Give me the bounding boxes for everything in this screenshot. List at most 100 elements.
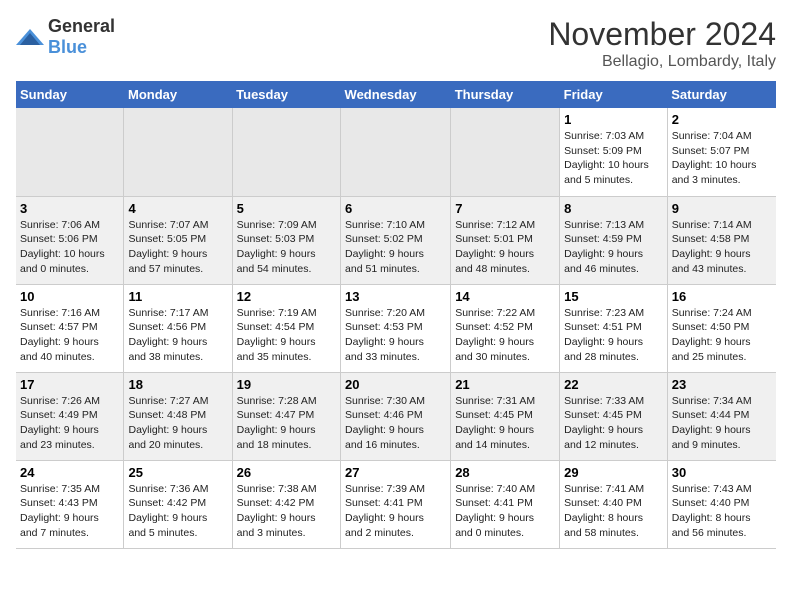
day-number: 6 (345, 201, 446, 216)
week-row-1: 3Sunrise: 7:06 AM Sunset: 5:06 PM Daylig… (16, 196, 776, 284)
day-number: 16 (672, 289, 772, 304)
day-cell-3-2: 19 Sunrise: 7:28 AM Sunset: 4:47 PM Dayli… (232, 372, 340, 460)
day-cell-1-0: 3Sunrise: 7:06 AM Sunset: 5:06 PM Daylig… (16, 196, 124, 284)
day-number: 1 (564, 112, 663, 127)
header-sunday: Sunday (16, 81, 124, 108)
day-cell-1-1: 4 Sunrise: 7:07 AM Sunset: 5:05 PM Daylig… (124, 196, 232, 284)
week-row-2: 10Sunrise: 7:16 AM Sunset: 4:57 PM Dayli… (16, 284, 776, 372)
day-info: Sunrise: 7:09 AM Sunset: 5:03 PM Dayligh… (237, 218, 336, 277)
location-title: Bellagio, Lombardy, Italy (548, 53, 776, 71)
day-cell-3-3: 20 Sunrise: 7:30 AM Sunset: 4:46 PM Dayli… (341, 372, 451, 460)
day-cell-2-1: 11 Sunrise: 7:17 AM Sunset: 4:56 PM Dayli… (124, 284, 232, 372)
day-info: Sunrise: 7:35 AM Sunset: 4:43 PM Dayligh… (20, 482, 119, 541)
logo-text: General Blue (48, 16, 115, 58)
day-info: Sunrise: 7:03 AM Sunset: 5:09 PM Dayligh… (564, 129, 663, 188)
day-info: Sunrise: 7:26 AM Sunset: 4:49 PM Dayligh… (20, 394, 119, 453)
day-cell-1-5: 8Sunrise: 7:13 AM Sunset: 4:59 PM Daylig… (560, 196, 668, 284)
day-info: Sunrise: 7:20 AM Sunset: 4:53 PM Dayligh… (345, 306, 446, 365)
header-row: SundayMondayTuesdayWednesdayThursdayFrid… (16, 81, 776, 108)
day-number: 8 (564, 201, 663, 216)
logo-general: General (48, 16, 115, 36)
day-cell-4-1: 25 Sunrise: 7:36 AM Sunset: 4:42 PM Dayli… (124, 460, 232, 548)
header-thursday: Thursday (451, 81, 560, 108)
day-number: 30 (672, 465, 772, 480)
day-number: 11 (128, 289, 227, 304)
day-cell-0-4 (451, 108, 560, 196)
day-cell-1-3: 6 Sunrise: 7:10 AM Sunset: 5:02 PM Daylig… (341, 196, 451, 284)
day-info: Sunrise: 7:12 AM Sunset: 5:01 PM Dayligh… (455, 218, 555, 277)
week-row-3: 17 Sunrise: 7:26 AM Sunset: 4:49 PM Dayli… (16, 372, 776, 460)
logo: General Blue (16, 16, 115, 58)
day-cell-2-3: 13 Sunrise: 7:20 AM Sunset: 4:53 PM Dayli… (341, 284, 451, 372)
day-cell-0-6: 2 Sunrise: 7:04 AM Sunset: 5:07 PM Daylig… (667, 108, 776, 196)
day-number: 19 (237, 377, 336, 392)
day-number: 5 (237, 201, 336, 216)
day-cell-2-2: 12 Sunrise: 7:19 AM Sunset: 4:54 PM Dayli… (232, 284, 340, 372)
day-number: 12 (237, 289, 336, 304)
day-number: 28 (455, 465, 555, 480)
day-cell-3-1: 18Sunrise: 7:27 AM Sunset: 4:48 PM Dayli… (124, 372, 232, 460)
title-area: November 2024 Bellagio, Lombardy, Italy (548, 16, 776, 71)
day-cell-4-6: 30 Sunrise: 7:43 AM Sunset: 4:40 PM Dayli… (667, 460, 776, 548)
calendar-header: SundayMondayTuesdayWednesdayThursdayFrid… (16, 81, 776, 108)
calendar-table: SundayMondayTuesdayWednesdayThursdayFrid… (16, 81, 776, 549)
logo-blue: Blue (48, 37, 87, 57)
day-cell-3-4: 21 Sunrise: 7:31 AM Sunset: 4:45 PM Dayli… (451, 372, 560, 460)
day-info: Sunrise: 7:17 AM Sunset: 4:56 PM Dayligh… (128, 306, 227, 365)
day-number: 17 (20, 377, 119, 392)
day-info: Sunrise: 7:28 AM Sunset: 4:47 PM Dayligh… (237, 394, 336, 453)
day-number: 23 (672, 377, 772, 392)
day-info: Sunrise: 7:19 AM Sunset: 4:54 PM Dayligh… (237, 306, 336, 365)
day-number: 21 (455, 377, 555, 392)
day-info: Sunrise: 7:23 AM Sunset: 4:51 PM Dayligh… (564, 306, 663, 365)
day-number: 13 (345, 289, 446, 304)
day-cell-1-2: 5 Sunrise: 7:09 AM Sunset: 5:03 PM Daylig… (232, 196, 340, 284)
day-info: Sunrise: 7:04 AM Sunset: 5:07 PM Dayligh… (672, 129, 772, 188)
day-info: Sunrise: 7:10 AM Sunset: 5:02 PM Dayligh… (345, 218, 446, 277)
header: General Blue November 2024 Bellagio, Lom… (16, 16, 776, 71)
day-cell-0-5: 1 Sunrise: 7:03 AM Sunset: 5:09 PM Daylig… (560, 108, 668, 196)
day-cell-3-5: 22 Sunrise: 7:33 AM Sunset: 4:45 PM Dayli… (560, 372, 668, 460)
day-cell-4-2: 26Sunrise: 7:38 AM Sunset: 4:42 PM Dayli… (232, 460, 340, 548)
day-info: Sunrise: 7:06 AM Sunset: 5:06 PM Dayligh… (20, 218, 119, 277)
day-info: Sunrise: 7:24 AM Sunset: 4:50 PM Dayligh… (672, 306, 772, 365)
day-number: 29 (564, 465, 663, 480)
day-info: Sunrise: 7:39 AM Sunset: 4:41 PM Dayligh… (345, 482, 446, 541)
day-info: Sunrise: 7:43 AM Sunset: 4:40 PM Dayligh… (672, 482, 772, 541)
header-monday: Monday (124, 81, 232, 108)
day-number: 7 (455, 201, 555, 216)
day-number: 14 (455, 289, 555, 304)
day-number: 9 (672, 201, 772, 216)
day-cell-3-0: 17 Sunrise: 7:26 AM Sunset: 4:49 PM Dayli… (16, 372, 124, 460)
day-number: 10 (20, 289, 119, 304)
day-number: 18 (128, 377, 227, 392)
day-info: Sunrise: 7:30 AM Sunset: 4:46 PM Dayligh… (345, 394, 446, 453)
day-cell-1-6: 9 Sunrise: 7:14 AM Sunset: 4:58 PM Daylig… (667, 196, 776, 284)
day-number: 25 (128, 465, 227, 480)
day-cell-2-5: 15 Sunrise: 7:23 AM Sunset: 4:51 PM Dayli… (560, 284, 668, 372)
day-info: Sunrise: 7:07 AM Sunset: 5:05 PM Dayligh… (128, 218, 227, 277)
day-cell-0-1 (124, 108, 232, 196)
day-cell-0-2 (232, 108, 340, 196)
day-info: Sunrise: 7:14 AM Sunset: 4:58 PM Dayligh… (672, 218, 772, 277)
day-number: 15 (564, 289, 663, 304)
day-info: Sunrise: 7:36 AM Sunset: 4:42 PM Dayligh… (128, 482, 227, 541)
day-cell-0-3 (341, 108, 451, 196)
logo-icon (16, 27, 44, 47)
day-cell-1-4: 7 Sunrise: 7:12 AM Sunset: 5:01 PM Daylig… (451, 196, 560, 284)
day-number: 24 (20, 465, 119, 480)
day-number: 2 (672, 112, 772, 127)
day-info: Sunrise: 7:33 AM Sunset: 4:45 PM Dayligh… (564, 394, 663, 453)
day-number: 27 (345, 465, 446, 480)
day-cell-4-4: 28Sunrise: 7:40 AM Sunset: 4:41 PM Dayli… (451, 460, 560, 548)
day-info: Sunrise: 7:31 AM Sunset: 4:45 PM Dayligh… (455, 394, 555, 453)
day-number: 22 (564, 377, 663, 392)
day-number: 26 (237, 465, 336, 480)
day-number: 4 (128, 201, 227, 216)
day-info: Sunrise: 7:34 AM Sunset: 4:44 PM Dayligh… (672, 394, 772, 453)
week-row-0: 1 Sunrise: 7:03 AM Sunset: 5:09 PM Daylig… (16, 108, 776, 196)
header-saturday: Saturday (667, 81, 776, 108)
day-cell-2-6: 16 Sunrise: 7:24 AM Sunset: 4:50 PM Dayli… (667, 284, 776, 372)
day-number: 20 (345, 377, 446, 392)
month-title: November 2024 (548, 16, 776, 53)
